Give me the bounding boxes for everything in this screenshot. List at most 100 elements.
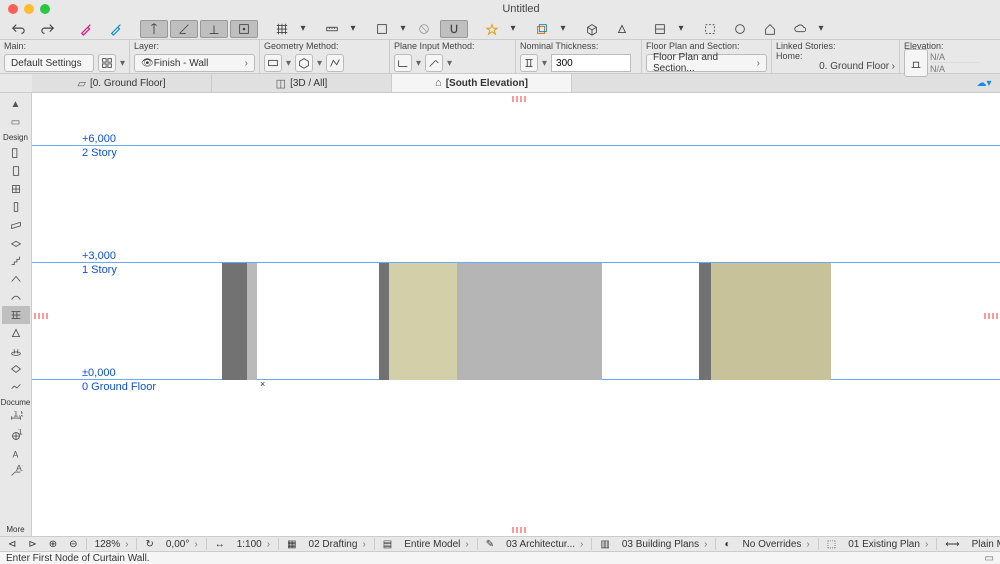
label-tool[interactable]: A1 [2, 463, 30, 481]
default-settings-button[interactable]: Default Settings [4, 54, 94, 72]
guide-snap-icon[interactable] [230, 20, 258, 38]
cloud-icon[interactable] [786, 20, 814, 38]
shell-tool[interactable] [2, 288, 30, 306]
plane-slanted-icon[interactable] [425, 54, 443, 72]
favorite-icon[interactable] [478, 20, 506, 38]
door-tool[interactable] [2, 162, 30, 180]
magnet-icon[interactable] [440, 20, 468, 38]
marquee-tool[interactable]: ▭ [2, 113, 30, 131]
grid-settings-icon[interactable] [98, 54, 116, 72]
wall-tool[interactable] [2, 144, 30, 162]
dimension-tool[interactable]: 1.5 [2, 409, 30, 427]
geometry-straight-icon[interactable] [264, 54, 282, 72]
column-tool[interactable] [2, 198, 30, 216]
arrow-tool[interactable]: ▲ [2, 95, 30, 113]
edit-selection-icon[interactable] [696, 20, 724, 38]
chevron-down-icon[interactable]: ▾ [416, 58, 421, 69]
tab-3d[interactable]: ◫ [3D / All] [212, 74, 392, 92]
svg-text:1.5: 1.5 [17, 429, 22, 436]
object-tool[interactable] [2, 342, 30, 360]
status-dimension[interactable]: Plain Meter› [968, 539, 1000, 550]
syringe-icon[interactable] [102, 20, 130, 38]
geometry-curved-icon[interactable] [295, 54, 313, 72]
layer-select[interactable]: 👁 Finish - Wall › [134, 54, 255, 72]
chevron-down-icon[interactable]: ▾ [508, 20, 518, 38]
floorplan-button[interactable]: Floor Plan and Section... › [646, 54, 767, 72]
status-drafting[interactable]: 02 Drafting› [305, 539, 370, 550]
angle-value[interactable]: 0,00°› [162, 539, 202, 550]
svg-text:1.5: 1.5 [13, 411, 23, 418]
text-tool[interactable]: A [2, 445, 30, 463]
drag-handle-bottom[interactable] [512, 527, 526, 533]
nav-back-button[interactable]: ⊲ [4, 539, 20, 550]
redo-icon[interactable] [34, 20, 62, 38]
zone-tool[interactable] [2, 360, 30, 378]
guide-angle-icon[interactable] [170, 20, 198, 38]
guide-vertical-icon[interactable] [140, 20, 168, 38]
chevron-down-icon[interactable]: ▾ [120, 58, 125, 69]
status-model[interactable]: Entire Model› [400, 539, 472, 550]
panel-toggle-icon[interactable]: ▭ [985, 553, 994, 564]
chevron-down-icon[interactable]: ▾ [348, 20, 358, 38]
canvas[interactable]: +6,000 2 Story +3,000 1 Story ±0,000 0 G… [32, 93, 1000, 536]
tab-south-elevation[interactable]: ⌂ [South Elevation] [392, 74, 572, 92]
chevron-down-icon[interactable]: ▾ [558, 20, 568, 38]
window-close[interactable] [8, 4, 18, 14]
nav-fwd-button[interactable]: ⊳ [24, 539, 40, 550]
thickness-input[interactable] [551, 54, 631, 72]
home-icon[interactable] [756, 20, 784, 38]
wall-segment [711, 263, 831, 380]
curtainwall-tool[interactable] [2, 306, 30, 324]
chevron-down-icon[interactable]: ▾ [317, 58, 322, 69]
story-name-0: 0 Ground Floor [82, 381, 156, 393]
window-minimize[interactable] [24, 4, 34, 14]
suspend-icon[interactable] [410, 20, 438, 38]
roof-tool[interactable] [2, 270, 30, 288]
drag-handle-right[interactable] [984, 313, 998, 319]
zoom-icon[interactable]: ⊕ [45, 539, 61, 550]
3d-perspective-icon[interactable] [608, 20, 636, 38]
chevron-down-icon[interactable]: ▾ [398, 20, 408, 38]
ruler-icon[interactable] [318, 20, 346, 38]
geometry-chain-icon[interactable] [326, 54, 344, 72]
level-tool[interactable]: 1.5 [2, 427, 30, 445]
show-all-icon[interactable] [726, 20, 754, 38]
scale-value[interactable]: 1:100› [233, 539, 274, 550]
status-existing[interactable]: 01 Existing Plan› [844, 539, 932, 550]
stair-tool[interactable] [2, 252, 30, 270]
mesh-tool[interactable] [2, 378, 30, 396]
rotate-icon[interactable]: ↻ [141, 539, 157, 550]
drag-handle-left[interactable] [34, 313, 48, 319]
chevron-down-icon[interactable]: ▾ [447, 58, 452, 69]
tab-ground-floor[interactable]: ▱ [0. Ground Floor] [32, 74, 212, 92]
chevron-down-icon[interactable]: ▾ [286, 58, 291, 69]
guide-perp-icon[interactable] [200, 20, 228, 38]
status-overrides[interactable]: No Overrides› [739, 539, 814, 550]
section-icon[interactable] [646, 20, 674, 38]
thickness-icon[interactable] [520, 54, 538, 72]
3d-window-icon[interactable] [578, 20, 606, 38]
status-arch[interactable]: 03 Architectur...› [502, 539, 587, 550]
zoom-value[interactable]: 128%› [91, 539, 133, 550]
eyedropper-icon[interactable] [72, 20, 100, 38]
undo-icon[interactable] [4, 20, 32, 38]
box-icon[interactable] [368, 20, 396, 38]
linked-story-button[interactable]: 0. Ground Floor › [776, 61, 895, 72]
window-tool[interactable] [2, 180, 30, 198]
grid-icon[interactable] [268, 20, 296, 38]
morph-tool[interactable] [2, 324, 30, 342]
plane-flat-icon[interactable] [394, 54, 412, 72]
window-zoom[interactable] [40, 4, 50, 14]
drag-handle-top[interactable] [512, 96, 526, 102]
chevron-down-icon[interactable]: ▾ [816, 20, 826, 38]
beam-tool[interactable] [2, 216, 30, 234]
trace-icon[interactable] [528, 20, 556, 38]
chevron-down-icon[interactable]: ▾ [676, 20, 686, 38]
elevation-icon[interactable] [904, 49, 928, 77]
chevron-down-icon[interactable]: ▾ [542, 58, 547, 69]
tab-overflow-icon[interactable]: ☁▾ [968, 74, 1000, 92]
status-building[interactable]: 03 Building Plans› [618, 539, 712, 550]
zoom-out-icon[interactable]: ⊖ [65, 539, 81, 550]
slab-tool[interactable] [2, 234, 30, 252]
chevron-down-icon[interactable]: ▾ [298, 20, 308, 38]
